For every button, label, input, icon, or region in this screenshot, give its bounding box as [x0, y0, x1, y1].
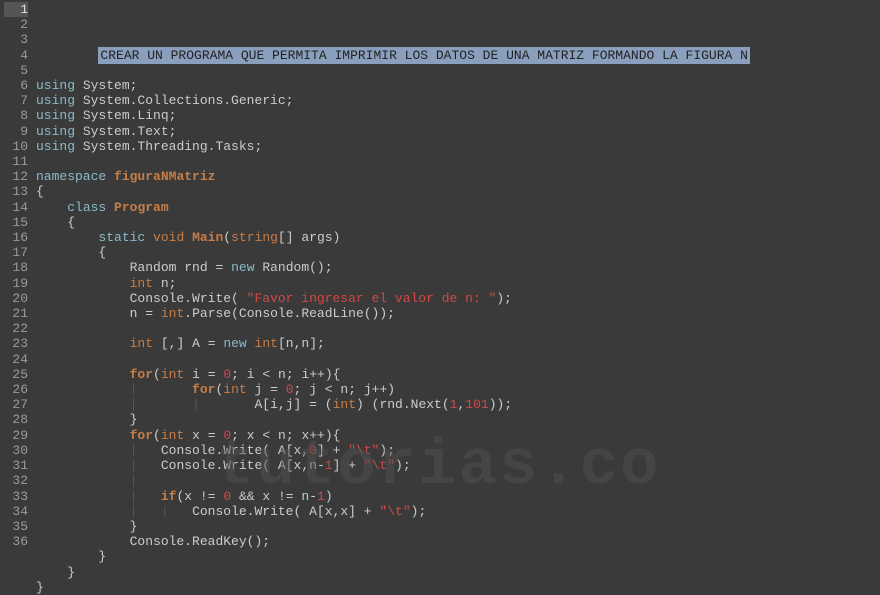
line-number: 3 [4, 32, 28, 47]
line-number: 22 [4, 321, 28, 336]
line-number: 17 [4, 245, 28, 260]
line-number: 12 [4, 169, 28, 184]
code-line[interactable]: | for(int j = 0; j < n; j++) [36, 382, 880, 397]
code-line[interactable]: class Program [36, 200, 880, 215]
code-line[interactable]: for(int x = 0; x < n; x++){ [36, 428, 880, 443]
code-line[interactable] [36, 63, 880, 78]
code-line[interactable] [36, 154, 880, 169]
code-line[interactable]: { [36, 215, 880, 230]
code-line[interactable]: namespace figuraNMatriz [36, 169, 880, 184]
code-line[interactable]: using System; [36, 78, 880, 93]
line-number: 2 [4, 17, 28, 32]
line-number: 5 [4, 63, 28, 78]
line-number: 30 [4, 443, 28, 458]
line-number: 19 [4, 276, 28, 291]
line-number: 14 [4, 200, 28, 215]
line-number: 26 [4, 382, 28, 397]
line-number: 35 [4, 519, 28, 534]
code-line[interactable]: using System.Collections.Generic; [36, 93, 880, 108]
line-number: 18 [4, 260, 28, 275]
line-number: 13 [4, 184, 28, 199]
line-number: 8 [4, 108, 28, 123]
line-number: 24 [4, 352, 28, 367]
line-number: 7 [4, 93, 28, 108]
code-line[interactable]: } [36, 519, 880, 534]
line-number: 4 [4, 48, 28, 63]
line-number: 16 [4, 230, 28, 245]
code-line[interactable]: int [,] A = new int[n,n]; [36, 336, 880, 351]
selected-text: CREAR UN PROGRAMA QUE PERMITA IMPRIMIR L… [98, 47, 750, 64]
code-line[interactable]: { [36, 184, 880, 199]
line-number: 23 [4, 336, 28, 351]
code-line[interactable]: } [36, 549, 880, 564]
code-line[interactable]: | [36, 473, 880, 488]
code-line[interactable]: } [36, 580, 880, 595]
line-number-gutter: 1234567891011121314151617181920212223242… [0, 0, 36, 560]
code-line[interactable]: using System.Text; [36, 124, 880, 139]
line-number: 31 [4, 458, 28, 473]
line-number: 1 [4, 2, 28, 17]
line-number: 21 [4, 306, 28, 321]
line-number: 32 [4, 473, 28, 488]
code-area[interactable]: tutorias.co CREAR UN PROGRAMA QUE PERMIT… [36, 0, 880, 560]
code-line[interactable]: CREAR UN PROGRAMA QUE PERMITA IMPRIMIR L… [36, 48, 880, 63]
code-line[interactable]: { [36, 245, 880, 260]
code-line[interactable]: | | A[i,j] = (int) (rnd.Next(1,101)); [36, 397, 880, 412]
line-number: 9 [4, 124, 28, 139]
code-line[interactable]: Console.ReadKey(); [36, 534, 880, 549]
code-line[interactable]: | | Console.Write( A[x,x] + "\t"); [36, 504, 880, 519]
code-line[interactable]: | Console.Write( A[x,0] + "\t"); [36, 443, 880, 458]
line-number: 27 [4, 397, 28, 412]
line-number: 11 [4, 154, 28, 169]
line-number: 29 [4, 428, 28, 443]
code-line[interactable]: using System.Linq; [36, 108, 880, 123]
code-line[interactable]: } [36, 565, 880, 580]
code-line[interactable] [36, 352, 880, 367]
line-number: 28 [4, 412, 28, 427]
line-number: 15 [4, 215, 28, 230]
code-line[interactable]: | if(x != 0 && x != n-1) [36, 489, 880, 504]
code-line[interactable]: using System.Threading.Tasks; [36, 139, 880, 154]
code-line[interactable]: static void Main(string[] args) [36, 230, 880, 245]
line-number: 36 [4, 534, 28, 549]
code-line[interactable] [36, 321, 880, 336]
code-line[interactable]: Console.Write( "Favor ingresar el valor … [36, 291, 880, 306]
line-number: 6 [4, 78, 28, 93]
code-line[interactable]: } [36, 412, 880, 427]
line-number: 20 [4, 291, 28, 306]
line-number: 10 [4, 139, 28, 154]
line-number: 25 [4, 367, 28, 382]
code-line[interactable]: for(int i = 0; i < n; i++){ [36, 367, 880, 382]
code-line[interactable]: Random rnd = new Random(); [36, 260, 880, 275]
line-number: 33 [4, 489, 28, 504]
code-line[interactable]: n = int.Parse(Console.ReadLine()); [36, 306, 880, 321]
code-line[interactable]: int n; [36, 276, 880, 291]
line-number: 34 [4, 504, 28, 519]
code-line[interactable]: | Console.Write( A[x,n-1] + "\t"); [36, 458, 880, 473]
code-editor[interactable]: 1234567891011121314151617181920212223242… [0, 0, 880, 560]
